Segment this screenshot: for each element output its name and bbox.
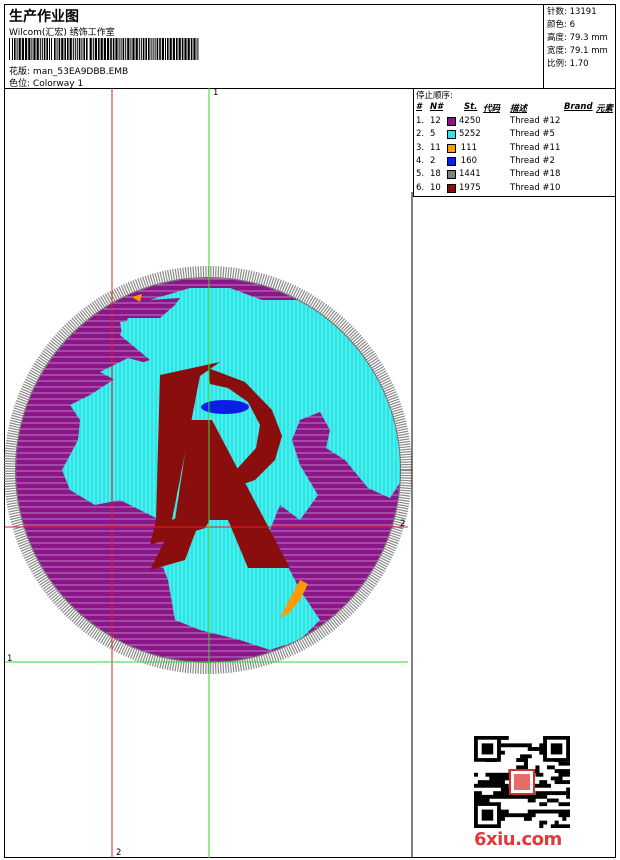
- guide-marker-bottom: 2: [116, 848, 122, 858]
- embroidery-preview: [4, 88, 413, 858]
- guide-marker-top: 1: [213, 88, 219, 98]
- guide-marker-right: 2: [400, 519, 406, 529]
- watermark: 6xiu.com: [474, 829, 562, 850]
- guide-marker-left: 1: [7, 654, 13, 664]
- blue-accent: [201, 400, 249, 414]
- qr-code: [474, 736, 570, 828]
